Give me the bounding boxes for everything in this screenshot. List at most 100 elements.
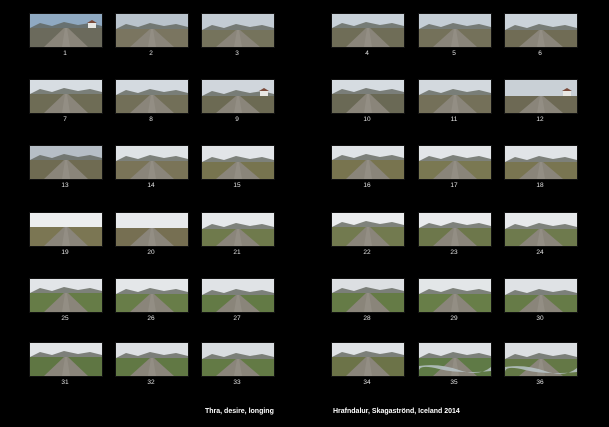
photo-image [332,213,404,246]
landscape-photo [115,79,189,114]
frame-number: 22 [363,249,371,256]
photo-frame: 7 [29,79,103,124]
photo-image [116,279,188,312]
photo-image [116,14,188,47]
frame-number: 4 [365,50,369,57]
landscape-photo [331,79,405,114]
frame-number: 18 [536,182,544,189]
photo-image [332,14,404,47]
photo-frame: 28 [331,278,405,323]
landscape-photo [418,79,492,114]
photo-image [116,343,188,376]
photo-frame: 32 [115,342,189,387]
photo-frame: 36 [504,342,578,387]
photo-image [202,343,274,376]
photo-image [30,14,102,47]
frame-number: 17 [450,182,458,189]
photo-image [505,343,577,376]
frame-number: 30 [536,315,544,322]
photo-frame: 20 [115,212,189,257]
photo-frame: 2 [115,13,189,58]
frame-number: 5 [452,50,456,57]
landscape-photo [201,79,275,114]
photo-frame: 5 [418,13,492,58]
photo-image [332,146,404,179]
photo-image [202,146,274,179]
frame-number: 2 [149,50,153,57]
frame-number: 24 [536,249,544,256]
photo-frame: 18 [504,145,578,190]
photo-frame: 1 [29,13,103,58]
photo-frame: 22 [331,212,405,257]
photo-image [419,343,491,376]
frame-number: 20 [147,249,155,256]
frame-number: 36 [536,379,544,386]
landscape-photo [331,342,405,377]
landscape-photo [201,13,275,48]
landscape-photo [504,79,578,114]
photo-frame: 11 [418,79,492,124]
landscape-photo [201,145,275,180]
frame-number: 35 [450,379,458,386]
frame-number: 8 [149,116,153,123]
frame-number: 32 [147,379,155,386]
frame-number: 10 [363,116,371,123]
photo-frame: 34 [331,342,405,387]
photo-image [505,213,577,246]
photo-image [419,146,491,179]
photo-frame: 31 [29,342,103,387]
sheet-subtitle: Hrafndalur, Skagaströnd, Iceland 2014 [333,408,460,415]
landscape-photo [29,13,103,48]
photo-image [505,14,577,47]
landscape-photo [201,212,275,247]
photo-frame: 12 [504,79,578,124]
photo-image [30,80,102,113]
photo-frame: 29 [418,278,492,323]
photo-frame: 10 [331,79,405,124]
frame-number: 27 [233,315,241,322]
frame-number: 14 [147,182,155,189]
landscape-photo [331,278,405,313]
landscape-photo [418,212,492,247]
landscape-photo [504,278,578,313]
landscape-photo [504,342,578,377]
photo-image [202,80,274,113]
frame-number: 28 [363,315,371,322]
landscape-photo [29,342,103,377]
photo-image [505,146,577,179]
photo-frame: 19 [29,212,103,257]
photo-frame: 15 [201,145,275,190]
photo-image [30,279,102,312]
landscape-photo [201,278,275,313]
photo-frame: 9 [201,79,275,124]
photo-frame: 13 [29,145,103,190]
frame-number: 7 [63,116,67,123]
frame-number: 15 [233,182,241,189]
frame-number: 3 [235,50,239,57]
photo-image [332,80,404,113]
landscape-photo [29,145,103,180]
photo-frame: 24 [504,212,578,257]
landscape-photo [418,13,492,48]
landscape-photo [29,79,103,114]
photo-frame: 8 [115,79,189,124]
photo-image [419,14,491,47]
photo-frame: 17 [418,145,492,190]
landscape-photo [504,212,578,247]
frame-number: 13 [61,182,69,189]
frame-number: 31 [61,379,69,386]
landscape-photo [418,342,492,377]
frame-number: 33 [233,379,241,386]
photo-image [202,279,274,312]
photo-frame: 26 [115,278,189,323]
frame-number: 9 [235,116,239,123]
photo-frame: 14 [115,145,189,190]
frame-number: 11 [450,116,458,123]
frame-number: 16 [363,182,371,189]
photo-frame: 3 [201,13,275,58]
photo-frame: 21 [201,212,275,257]
photo-image [30,213,102,246]
photo-image [419,279,491,312]
photo-image [116,80,188,113]
frame-number: 29 [450,315,458,322]
